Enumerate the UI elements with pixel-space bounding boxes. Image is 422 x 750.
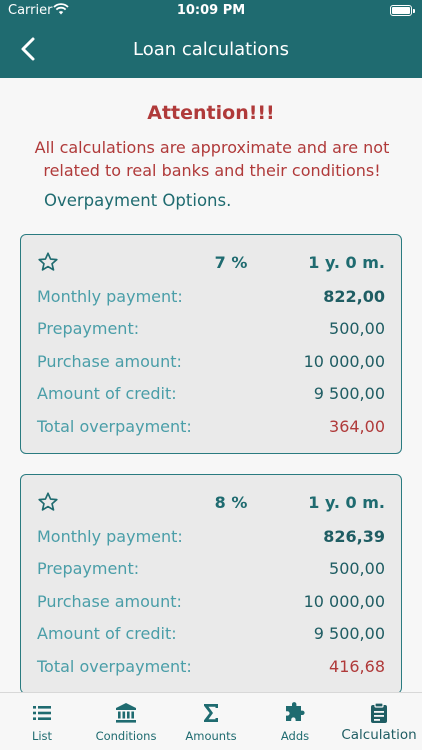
- prepayment-row: Prepayment: 500,00: [21, 319, 401, 343]
- total-overpayment-label: Total overpayment:: [37, 417, 192, 436]
- tab-amounts[interactable]: Amounts: [168, 693, 254, 750]
- section-subtitle: Overpayment Options.: [44, 191, 232, 210]
- attention-heading: Attention!!!: [147, 102, 275, 124]
- clipboard-icon: [371, 702, 387, 723]
- monthly-payment-row: Monthly payment: 826,39: [21, 527, 401, 551]
- loan-option-card: 8 % 1 y. 0 m. Monthly payment: 826,39 Pr…: [20, 474, 402, 692]
- tab-list[interactable]: List: [0, 693, 84, 750]
- purchase-amount-value: 10 000,00: [303, 352, 385, 371]
- purchase-amount-label: Purchase amount:: [37, 592, 182, 611]
- page-title: Loan calculations: [132, 39, 289, 60]
- purchase-amount-value: 10 000,00: [303, 592, 385, 611]
- navigation-bar: Carrier 10:09 PM Loan calculations: [0, 0, 422, 78]
- tab-adds[interactable]: Adds: [254, 693, 336, 750]
- loan-term: 1 y. 0 m.: [308, 493, 385, 512]
- tab-label: Adds: [280, 729, 310, 743]
- credit-amount-row: Amount of credit: 9 500,00: [21, 624, 401, 648]
- total-overpayment-row: Total overpayment: 416,68: [21, 657, 401, 681]
- credit-amount-value: 9 500,00: [313, 384, 385, 403]
- star-icon[interactable]: [37, 491, 59, 513]
- prepayment-value: 500,00: [329, 319, 385, 338]
- total-overpayment-label: Total overpayment:: [37, 657, 192, 676]
- prepayment-row: Prepayment: 500,00: [21, 559, 401, 583]
- tab-label: List: [31, 729, 53, 743]
- interest-rate: 8 %: [214, 493, 248, 512]
- tab-conditions[interactable]: Conditions: [84, 693, 168, 750]
- tab-label: Conditions: [95, 729, 157, 743]
- star-icon[interactable]: [37, 251, 59, 273]
- purchase-amount-row: Purchase amount: 10 000,00: [21, 592, 401, 616]
- prepayment-value: 500,00: [329, 559, 385, 578]
- credit-amount-label: Amount of credit:: [37, 624, 177, 643]
- tab-label: Amounts: [185, 729, 237, 743]
- puzzle-icon: [286, 702, 305, 721]
- credit-amount-value: 9 500,00: [313, 624, 385, 643]
- card-header: 8 % 1 y. 0 m.: [21, 490, 401, 516]
- tab-label: Calculation: [341, 727, 417, 743]
- total-overpayment-row: Total overpayment: 364,00: [21, 417, 401, 441]
- status-time: 10:09 PM: [176, 3, 246, 18]
- purchase-amount-label: Purchase amount:: [37, 352, 182, 371]
- prepayment-label: Prepayment:: [37, 559, 140, 578]
- sigma-icon: [204, 704, 218, 722]
- loan-term: 1 y. 0 m.: [308, 253, 385, 272]
- credit-amount-label: Amount of credit:: [37, 384, 177, 403]
- disclaimer-text: All calculations are approximate and are…: [34, 138, 390, 180]
- main-content[interactable]: Attention!!! All calculations are approx…: [0, 78, 422, 692]
- monthly-payment-value: 826,39: [323, 527, 385, 546]
- tab-calculation[interactable]: Calculation: [336, 693, 422, 750]
- bank-icon: [116, 703, 136, 723]
- total-overpayment-value: 416,68: [329, 657, 385, 676]
- monthly-payment-label: Monthly payment:: [37, 287, 183, 306]
- interest-rate: 7 %: [214, 253, 248, 272]
- monthly-payment-row: Monthly payment: 822,00: [21, 287, 401, 311]
- status-bar: Carrier 10:09 PM: [0, 0, 422, 22]
- credit-amount-row: Amount of credit: 9 500,00: [21, 384, 401, 408]
- list-icon: [33, 706, 51, 720]
- tab-bar: List Conditions Amounts Adds Calculation: [0, 692, 422, 750]
- battery-icon: [390, 5, 415, 16]
- monthly-payment-label: Monthly payment:: [37, 527, 183, 546]
- total-overpayment-value: 364,00: [329, 417, 385, 436]
- monthly-payment-value: 822,00: [323, 287, 385, 306]
- purchase-amount-row: Purchase amount: 10 000,00: [21, 352, 401, 376]
- prepayment-label: Prepayment:: [37, 319, 140, 338]
- loan-option-card: 7 % 1 y. 0 m. Monthly payment: 822,00 Pr…: [20, 234, 402, 454]
- card-header: 7 % 1 y. 0 m.: [21, 250, 401, 276]
